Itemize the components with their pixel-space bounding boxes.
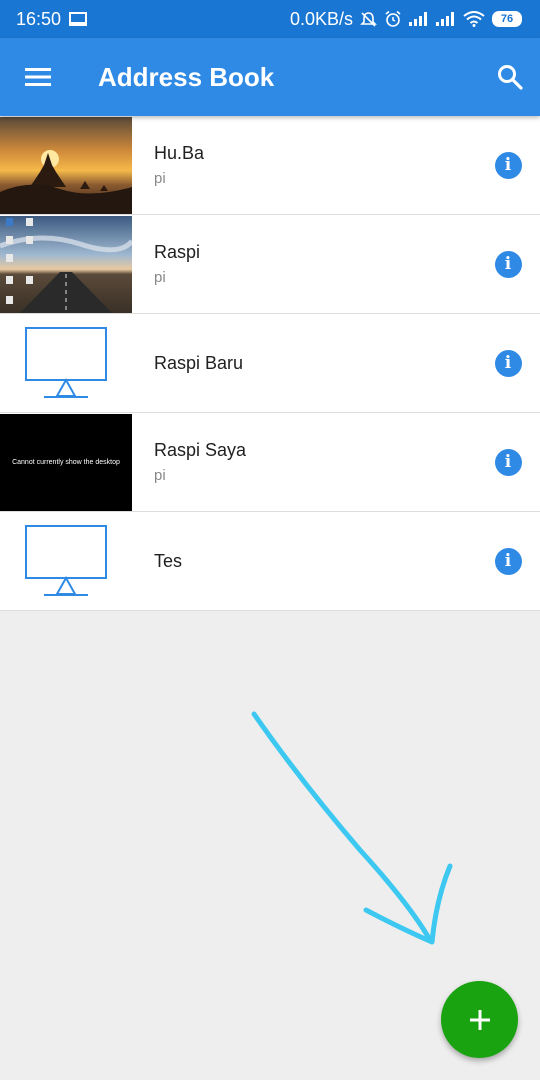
monitor-icon	[0, 314, 132, 412]
list-item[interactable]: Hu.Ba pi i	[0, 116, 540, 215]
thumbnail-message: Cannot currently show the desktop	[12, 458, 120, 466]
info-icon: i	[494, 151, 522, 179]
entry-text: Raspi Baru	[154, 353, 476, 374]
entry-user: pi	[154, 269, 166, 286]
mute-icon	[360, 11, 377, 28]
sunset-thumbnail	[0, 116, 132, 214]
list-item[interactable]: Cannot currently show the desktop Raspi …	[0, 413, 540, 512]
entry-name: Raspi Saya	[154, 440, 247, 460]
battery-icon: 76	[492, 11, 522, 27]
monitor-icon	[0, 512, 132, 610]
info-icon: i	[494, 349, 522, 377]
info-button[interactable]: i	[476, 512, 540, 611]
wifi-icon	[463, 11, 485, 27]
signal-icon	[436, 12, 456, 26]
page-title: Address Book	[98, 61, 275, 92]
entry-user: pi	[154, 467, 166, 484]
info-icon: i	[494, 547, 522, 575]
address-list: Hu.Ba pi i Raspi pi i Raspi Baru i Canno…	[0, 116, 540, 611]
arrow-annotation	[251, 711, 453, 945]
entry-text: Raspi pi	[154, 242, 476, 286]
entry-name: Raspi Baru	[154, 352, 244, 373]
entry-text: Tes	[154, 551, 476, 572]
alarm-icon	[384, 10, 402, 28]
black-screen-thumbnail: Cannot currently show the desktop	[0, 413, 132, 511]
road-desktop-thumbnail	[0, 215, 132, 313]
search-icon[interactable]	[480, 38, 540, 116]
info-button[interactable]: i	[476, 314, 540, 413]
plus-icon	[469, 1009, 490, 1030]
info-icon: i	[494, 448, 522, 476]
status-time: 16:50	[16, 8, 62, 29]
list-item[interactable]: Tes i	[0, 512, 540, 611]
status-bar: 16:50 0.0KB/s 76	[0, 0, 540, 38]
screen-cast-icon	[69, 12, 88, 26]
entry-user: pi	[154, 170, 166, 187]
entry-name: Raspi	[154, 242, 201, 262]
entry-name: Tes	[154, 550, 183, 571]
hamburger-menu-icon[interactable]	[0, 38, 76, 116]
network-speed: 0.0KB/s	[289, 8, 353, 29]
info-button[interactable]: i	[476, 413, 540, 512]
entry-text: Hu.Ba pi	[154, 143, 476, 187]
info-button[interactable]: i	[476, 116, 540, 215]
info-button[interactable]: i	[476, 215, 540, 314]
add-button[interactable]	[441, 981, 518, 1058]
list-item[interactable]: Raspi pi i	[0, 215, 540, 314]
entry-name: Hu.Ba	[154, 143, 205, 163]
list-item[interactable]: Raspi Baru i	[0, 314, 540, 413]
entry-text: Raspi Saya pi	[154, 440, 476, 484]
signal-icon	[409, 12, 429, 26]
address-book-screen: 16:50 0.0KB/s 76 Address Book Hu.Ba pi i…	[0, 0, 540, 1080]
info-icon: i	[494, 250, 522, 278]
app-bar: Address Book	[0, 38, 540, 116]
